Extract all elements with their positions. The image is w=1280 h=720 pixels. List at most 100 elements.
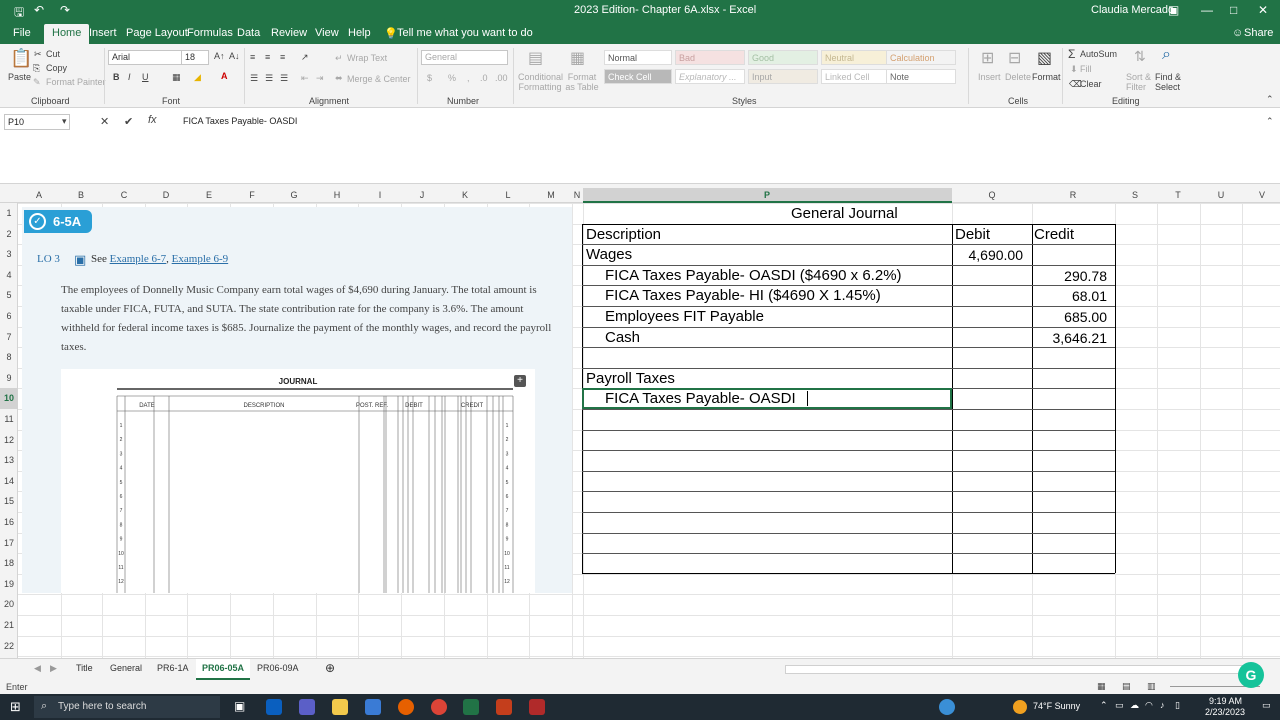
journal-entry-credit[interactable]: 290.78 xyxy=(1032,268,1107,284)
tray-chevron-icon[interactable]: ⌃ xyxy=(1100,700,1108,711)
column-header-d[interactable]: D xyxy=(163,190,170,200)
sheet-tab-pr6-1a[interactable]: PR6-1A xyxy=(157,663,189,673)
maximize-icon[interactable]: □ xyxy=(1230,3,1237,17)
column-header-b[interactable]: B xyxy=(78,190,84,200)
tab-formulas[interactable]: Formulas xyxy=(187,27,233,39)
column-header-h[interactable]: H xyxy=(334,190,341,200)
insert-cells-button[interactable]: Insert xyxy=(978,72,1001,82)
paste-icon[interactable]: 📋 xyxy=(10,48,32,69)
row-header-16[interactable]: 16 xyxy=(0,512,18,533)
row-header-18[interactable]: 18 xyxy=(0,553,18,574)
style-good[interactable]: Good xyxy=(748,50,818,65)
sheet-tab-title[interactable]: Title xyxy=(76,663,93,673)
page-layout-view-icon[interactable]: ▤ xyxy=(1122,681,1131,692)
style-input[interactable]: Input xyxy=(748,69,818,84)
column-header-e[interactable]: E xyxy=(206,190,212,200)
journal-entry-description[interactable]: Cash xyxy=(605,329,640,346)
row-header-11[interactable]: 11 xyxy=(0,409,18,430)
row-header-20[interactable]: 20 xyxy=(0,594,18,615)
excel-taskbar-icon[interactable] xyxy=(463,699,479,715)
scissors-icon[interactable]: ✂ xyxy=(34,49,42,60)
delete-cells-icon[interactable]: ⊟ xyxy=(1008,48,1021,68)
merge-center-button[interactable]: Merge & Center xyxy=(347,74,411,84)
row-header-8[interactable]: 8 xyxy=(0,347,18,368)
wifi-icon[interactable]: ◠ xyxy=(1145,700,1153,711)
align-middle-icon[interactable]: ≡ xyxy=(265,52,270,62)
fill-button[interactable]: Fill xyxy=(1080,64,1092,74)
enter-icon[interactable]: ✔ xyxy=(124,115,133,128)
teams-icon[interactable] xyxy=(299,699,315,715)
weather-text[interactable]: 74°F Sunny xyxy=(1033,701,1080,711)
align-bottom-icon[interactable]: ≡ xyxy=(280,52,285,62)
taskbar-search-box[interactable]: ⌕ Type here to search xyxy=(34,696,220,718)
user-name[interactable]: Claudia Mercado xyxy=(1091,4,1174,16)
next-sheet-icon[interactable]: ▶ xyxy=(50,663,57,674)
journal-header-description[interactable]: Description xyxy=(586,226,661,243)
column-header-j[interactable]: J xyxy=(420,190,425,200)
example-6-9-link[interactable]: Example 6-9 xyxy=(172,253,229,265)
orientation-icon[interactable]: ↗ xyxy=(301,52,309,63)
example-6-7-link[interactable]: Example 6-7 xyxy=(110,253,167,265)
conditional-formatting-icon[interactable]: ▤ xyxy=(528,48,543,68)
tab-page-layout[interactable]: Page Layout xyxy=(126,27,188,39)
format-cells-button[interactable]: Format xyxy=(1032,72,1061,82)
tab-view[interactable]: View xyxy=(315,27,339,39)
minimize-icon[interactable]: — xyxy=(1201,3,1213,17)
close-icon[interactable]: ✕ xyxy=(1258,3,1268,17)
tab-help[interactable]: Help xyxy=(348,27,371,39)
autosum-button[interactable]: AutoSum xyxy=(1080,49,1117,59)
column-header-f[interactable]: F xyxy=(249,190,255,200)
tab-file[interactable]: File xyxy=(13,27,31,39)
clock-time[interactable]: 9:19 AM xyxy=(1209,696,1242,706)
row-header-7[interactable]: 7 xyxy=(0,327,18,348)
decrease-indent-icon[interactable]: ⇤ xyxy=(301,73,309,84)
file-explorer-icon[interactable] xyxy=(332,699,348,715)
journal-header-credit[interactable]: Credit xyxy=(1034,226,1074,243)
normal-view-icon[interactable]: ▦ xyxy=(1097,681,1106,692)
add-sheet-icon[interactable]: ⊕ xyxy=(325,661,335,675)
comma-icon[interactable]: , xyxy=(467,73,470,83)
undo-icon[interactable]: ↶ xyxy=(34,3,44,17)
journal-header-debit[interactable]: Debit xyxy=(955,226,990,243)
conditional-formatting-button[interactable]: Conditional Formatting xyxy=(518,72,563,92)
battery-icon[interactable]: ▯ xyxy=(1175,700,1180,711)
row-header-1[interactable]: 1 xyxy=(0,203,18,224)
style-normal[interactable]: Normal xyxy=(604,50,672,65)
tell-me-search[interactable]: Tell me what you want to do xyxy=(397,27,533,39)
outlook-icon[interactable] xyxy=(266,699,282,715)
row-header-4[interactable]: 4 xyxy=(0,265,18,286)
percent-icon[interactable]: % xyxy=(448,73,456,83)
journal-entry-credit[interactable]: 68.01 xyxy=(1032,288,1107,304)
fill-color-icon[interactable]: ◢ xyxy=(194,72,201,83)
magnifier-icon[interactable]: ⌕ xyxy=(1162,46,1171,64)
style-neutral[interactable]: Neutral xyxy=(821,50,891,65)
column-header-a[interactable]: A xyxy=(36,190,42,200)
font-color-icon[interactable]: A xyxy=(221,71,228,81)
format-cells-icon[interactable]: ▧ xyxy=(1037,48,1052,68)
network-icon[interactable]: ▭ xyxy=(1115,700,1124,711)
style-note[interactable]: Note xyxy=(886,69,956,84)
column-header-q[interactable]: Q xyxy=(988,190,995,200)
sort-filter-icon[interactable]: ⇅ xyxy=(1134,48,1146,65)
save-icon[interactable]: 🖫 xyxy=(14,3,24,24)
row-header-12[interactable]: 12 xyxy=(0,430,18,451)
chrome-icon[interactable] xyxy=(431,699,447,715)
number-format-select[interactable]: General xyxy=(421,50,508,65)
horizontal-scrollbar[interactable] xyxy=(785,665,1260,674)
clock-date[interactable]: 2/23/2023 xyxy=(1205,707,1245,717)
increase-indent-icon[interactable]: ⇥ xyxy=(316,73,324,84)
column-header-p[interactable]: P xyxy=(764,190,770,200)
journal-entry-description[interactable]: Employees FIT Payable xyxy=(605,308,764,325)
bold-icon[interactable]: B xyxy=(113,72,120,82)
journal-entry-credit[interactable]: 3,646.21 xyxy=(1032,330,1108,346)
style-check-cell[interactable]: Check Cell xyxy=(604,69,672,84)
merge-icon[interactable]: ⬌ xyxy=(335,73,343,84)
paste-button[interactable]: Paste xyxy=(8,72,31,82)
collapse-ribbon-icon[interactable]: ⌃ xyxy=(1266,94,1274,105)
name-box-dropdown-icon[interactable]: ▾ xyxy=(62,116,67,127)
column-header-c[interactable]: C xyxy=(121,190,128,200)
grow-font-icon[interactable]: A↑ xyxy=(214,51,225,61)
prev-sheet-icon[interactable]: ◀ xyxy=(34,663,41,674)
column-header-k[interactable]: K xyxy=(462,190,468,200)
journal-entry-description[interactable]: Payroll Taxes xyxy=(586,370,675,387)
